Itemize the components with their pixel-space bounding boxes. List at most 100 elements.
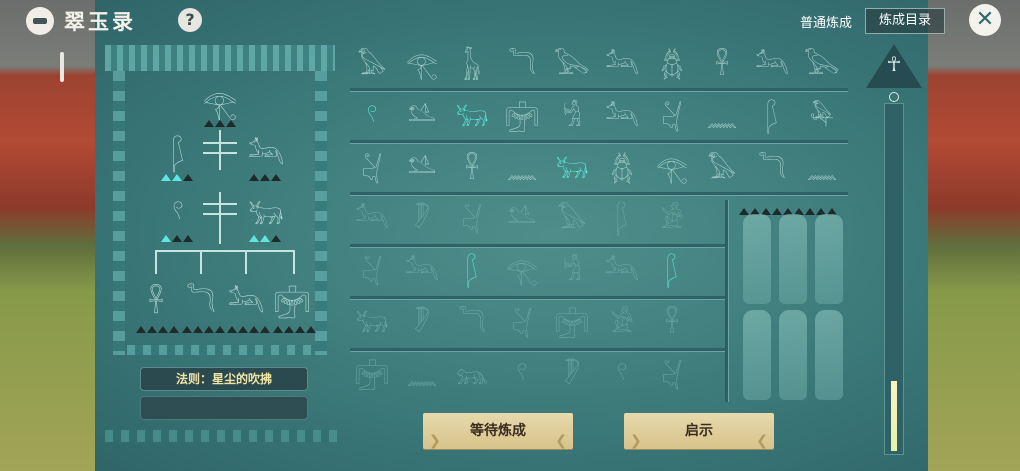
mummy-figure: [779, 214, 807, 304]
help-button[interactable]: ?: [178, 8, 202, 32]
glyph-tile[interactable]: 𓋔: [500, 304, 544, 344]
header: 翠玉录 ? 普通炼成 炼成目录 ✕: [0, 0, 1020, 42]
row-divider: [350, 296, 725, 300]
glyph-tile[interactable]: 𓃬: [450, 356, 494, 396]
close-button[interactable]: ✕: [969, 4, 1001, 36]
tab-normal-synthesis[interactable]: 普通炼成: [800, 12, 852, 31]
glyph-tile[interactable]: 𓅃: [550, 200, 594, 240]
glyph-tile[interactable]: 𓅎: [400, 150, 444, 190]
glyph-tile[interactable]: 𓃒: [450, 98, 494, 138]
glyph-tile[interactable]: 𓃱: [450, 46, 494, 86]
glyph-tile[interactable]: 𓀜: [550, 252, 594, 292]
glyph-tile[interactable]: 𓆓: [500, 46, 544, 86]
glyph-tile[interactable]: 𓋔: [650, 98, 694, 138]
glyph-tile[interactable]: 𓋟: [550, 304, 594, 344]
chevron-left-icon: ❯: [429, 433, 441, 449]
recipe-bottom-glyph: 𓆓: [186, 286, 216, 319]
connector-line: [245, 250, 247, 274]
glyph-tile[interactable]: 𓃢: [600, 252, 644, 292]
glyph-tile[interactable]: 𓋟: [500, 98, 544, 138]
glyph-tile[interactable]: 𓏢: [400, 304, 444, 344]
row-divider: [350, 140, 848, 144]
connector-line: [155, 250, 157, 274]
glyph-tile[interactable]: 𓋔: [450, 200, 494, 240]
glyph-tile[interactable]: 𓂀: [400, 46, 444, 86]
glyph-tile[interactable]: 𓂀: [500, 252, 544, 292]
glyph-tile[interactable]: 𓃢: [600, 46, 644, 86]
glyph-tile[interactable]: 𓋹: [650, 304, 694, 344]
sarcophagus-figures: [735, 200, 847, 402]
glyph-tile[interactable]: 𓋟: [350, 356, 394, 396]
glyph-tile[interactable]: 𓍢: [350, 98, 394, 138]
chevron-left-icon: ❯: [630, 433, 642, 449]
frame-bottom-border: [127, 345, 313, 355]
row-divider: [350, 348, 725, 352]
connector-line: [200, 250, 202, 274]
glyph-tile[interactable]: 𓅎: [500, 200, 544, 240]
glyph-tile[interactable]: 𓈖: [800, 150, 844, 190]
glyph-tile[interactable]: 𓅂: [550, 46, 594, 86]
glyph-tile[interactable]: 𓃢: [400, 252, 444, 292]
logo-icon: [26, 7, 54, 35]
glyph-tile[interactable]: 𓆓: [750, 150, 794, 190]
glyph-tile[interactable]: 𓀀: [650, 200, 694, 240]
glyph-tile[interactable]: 𓆣: [600, 150, 644, 190]
glyph-tile[interactable]: 𓃢: [350, 200, 394, 240]
glyph-tile[interactable]: 𓅂: [800, 46, 844, 86]
glyph-tile[interactable]: 𓆄: [750, 98, 794, 138]
glyph-tile[interactable]: 𓅎: [400, 98, 444, 138]
glyph-tile[interactable]: 𓃒: [550, 150, 594, 190]
glyph-tile[interactable]: 𓋹: [450, 150, 494, 190]
recipe-bottom-glyph: 𓋹: [148, 286, 164, 319]
wait-synthesis-label: 等待炼成: [470, 423, 526, 439]
recipe-bottom-glyph: 𓋟: [273, 286, 311, 319]
glyph-tile[interactable]: 𓀀: [600, 304, 644, 344]
glyph-tile[interactable]: 𓆄: [650, 252, 694, 292]
glyph-tile[interactable]: 𓅃: [350, 46, 394, 86]
chevron-right-icon: ❮: [756, 433, 768, 449]
wait-synthesis-button[interactable]: ❯ 等待炼成 ❮: [423, 413, 573, 449]
glyph-tile[interactable]: 𓆣: [650, 46, 694, 86]
hint-label: 启示: [685, 423, 713, 439]
glyph-tile[interactable]: 𓈖: [400, 356, 444, 396]
hint-button[interactable]: ❯ 启示 ❮: [624, 413, 774, 449]
background-right: [925, 0, 1020, 471]
glyph-tile[interactable]: 𓈖: [700, 98, 744, 138]
glyph-tile[interactable]: 𓆄: [450, 252, 494, 292]
connector-line: [155, 250, 295, 252]
recipe-left2-glyph: 𓍢: [172, 198, 184, 231]
glyph-tile[interactable]: 𓃢: [600, 98, 644, 138]
connector-line: [293, 250, 295, 274]
glyph-tile[interactable]: 𓋔: [650, 356, 694, 396]
side-scroll-indicator: [60, 52, 64, 82]
glyph-tile[interactable]: 𓃢: [750, 46, 794, 86]
ankh-icon: ☥: [886, 52, 902, 76]
glyph-tile[interactable]: 𓋔: [350, 150, 394, 190]
glyph-tile[interactable]: 𓀜: [550, 98, 594, 138]
chevron-right-icon: ❮: [555, 433, 567, 449]
glyph-tile[interactable]: 𓅃: [700, 150, 744, 190]
glyph-tile[interactable]: 𓂀: [650, 150, 694, 190]
glyph-tile[interactable]: 𓆄: [600, 200, 644, 240]
mummy-figure: [743, 310, 771, 400]
connector-line: [219, 130, 221, 170]
glyph-tile[interactable]: 𓏢: [550, 356, 594, 396]
glyph-tile[interactable]: 𓏢: [400, 200, 444, 240]
glyph-tile[interactable]: 𓍢: [600, 356, 644, 396]
glyph-tile[interactable]: 𓈖: [500, 150, 544, 190]
recipe-right-glyph: 𓃢: [247, 138, 285, 171]
mummy-figure: [779, 310, 807, 400]
tab-synthesis-catalog[interactable]: 炼成目录: [865, 8, 945, 34]
row-divider: [350, 88, 848, 92]
recipe-bottom-glyph: 𓃢: [227, 286, 265, 319]
glyph-tile[interactable]: 𓋹: [700, 46, 744, 86]
glyph-tile[interactable]: 𓍢: [500, 356, 544, 396]
grid-column-divider: [725, 200, 729, 402]
glyph-tile[interactable]: 𓆓: [450, 304, 494, 344]
frame-right-column: [315, 71, 327, 355]
glyph-tile[interactable]: 𓋔: [350, 252, 394, 292]
meter-indicator-dot: [889, 92, 899, 102]
glyph-tile[interactable]: 𓃒: [350, 304, 394, 344]
connector-line: [219, 192, 221, 244]
glyph-tile[interactable]: 𓅆: [800, 98, 844, 138]
